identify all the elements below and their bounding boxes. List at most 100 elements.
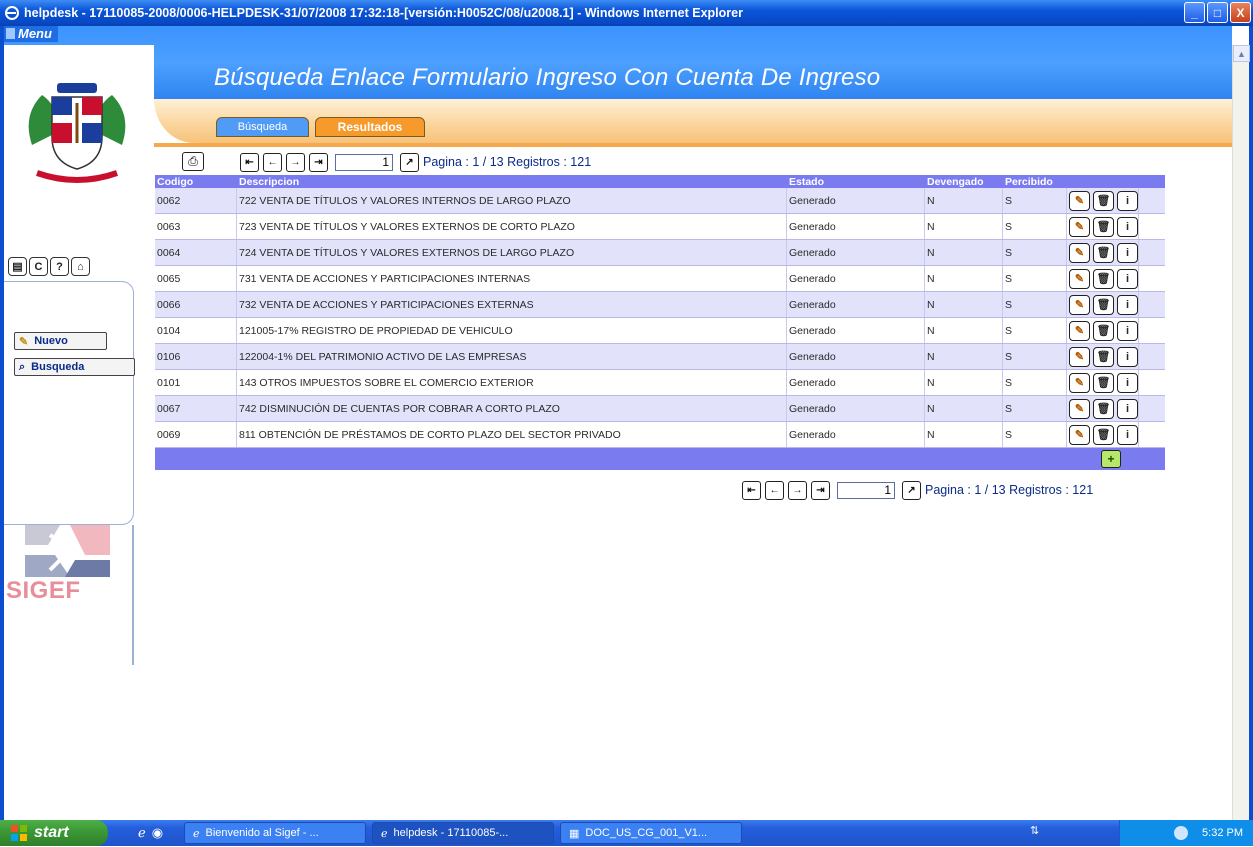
delete-icon[interactable]: 🗑: [1093, 268, 1114, 289]
browser-quicklaunch-icon[interactable]: ◉: [152, 825, 163, 841]
start-button[interactable]: start: [0, 820, 108, 846]
cell-estado: Generado: [787, 266, 925, 291]
delete-icon[interactable]: 🗑: [1093, 398, 1114, 419]
print-icon[interactable]: ⎙: [182, 152, 204, 171]
info-icon[interactable]: i: [1117, 398, 1138, 419]
document-icon[interactable]: ▤: [8, 257, 27, 276]
cell-percibido: S: [1003, 240, 1067, 265]
table-row: 0062 722 VENTA DE TÍTULOS Y VALORES INTER…: [155, 188, 1165, 214]
nuevo-button[interactable]: ✎ Nuevo: [14, 332, 107, 350]
cell-descripcion: 811 OBTENCIÓN DE PRÉSTAMOS DE CORTO PLAZ…: [237, 422, 787, 447]
cell-descripcion: 722 VENTA DE TÍTULOS Y VALORES INTERNOS …: [237, 188, 787, 213]
taskbar-item[interactable]: ℯ Bienvenido al Sigef - ...: [184, 822, 366, 844]
info-icon[interactable]: i: [1117, 424, 1138, 445]
nav-box: [4, 281, 134, 525]
go-page-icon[interactable]: ↗: [902, 480, 921, 500]
cell-descripcion: 122004-1% DEL PATRIMONIO ACTIVO DE LAS E…: [237, 344, 787, 369]
ie-icon: [4, 5, 20, 21]
coat-of-arms-icon: [28, 83, 126, 183]
home-icon[interactable]: ⌂: [71, 257, 90, 276]
previous-page-icon[interactable]: ←: [263, 152, 282, 172]
cell-codigo: 0067: [155, 396, 237, 421]
tab-resultados[interactable]: Resultados: [315, 117, 425, 137]
cell-estado: Generado: [787, 344, 925, 369]
edit-icon[interactable]: ✎: [1069, 190, 1090, 211]
delete-icon[interactable]: 🗑: [1093, 190, 1114, 211]
info-icon[interactable]: i: [1117, 294, 1138, 315]
edit-icon[interactable]: ✎: [1069, 268, 1090, 289]
busqueda-button[interactable]: ⌕ Busqueda: [14, 358, 135, 376]
maximize-button[interactable]: □: [1207, 2, 1228, 23]
tab-busqueda[interactable]: Búsqueda: [216, 117, 309, 137]
taskbar-item[interactable]: ℯ helpdesk - 17110085-...: [372, 822, 554, 844]
next-page-icon[interactable]: →: [286, 152, 305, 172]
edit-icon[interactable]: ✎: [1069, 242, 1090, 263]
cell-descripcion: 742 DISMINUCIÓN DE CUENTAS POR COBRAR A …: [237, 396, 787, 421]
edit-icon[interactable]: ✎: [1069, 294, 1090, 315]
cell-devengado: N: [925, 318, 1003, 343]
pencil-icon: ✎: [19, 335, 29, 348]
system-tray: 5:32 PM: [1119, 820, 1253, 846]
close-button[interactable]: X: [1230, 2, 1251, 23]
tray-arrow-icon[interactable]: [1174, 826, 1189, 840]
table-row: 0063 723 VENTA DE TÍTULOS Y VALORES EXTER…: [155, 214, 1165, 240]
info-icon[interactable]: i: [1117, 268, 1138, 289]
search-icon: ⌕: [19, 360, 26, 373]
delete-icon[interactable]: 🗑: [1093, 216, 1114, 237]
cell-percibido: S: [1003, 344, 1067, 369]
cell-codigo: 0062: [155, 188, 237, 213]
row-actions: ✎ 🗑 i: [1067, 318, 1139, 343]
table-row: 0065 731 VENTA DE ACCIONES Y PARTICIPACIO…: [155, 266, 1165, 292]
copyright-icon[interactable]: C: [29, 257, 48, 276]
edit-icon[interactable]: ✎: [1069, 216, 1090, 237]
cell-codigo: 0069: [155, 422, 237, 447]
edit-icon[interactable]: ✎: [1069, 346, 1090, 367]
cell-codigo: 0104: [155, 318, 237, 343]
cell-estado: Generado: [787, 318, 925, 343]
word-doc-icon: ▦: [569, 827, 580, 840]
last-page-icon[interactable]: ⇥: [309, 152, 328, 172]
pager-status: Pagina : 1 / 13 Registros : 121: [925, 483, 1094, 497]
cell-estado: Generado: [787, 188, 925, 213]
edit-icon[interactable]: ✎: [1069, 424, 1090, 445]
go-page-icon[interactable]: ↗: [400, 152, 419, 172]
network-icon[interactable]: ⇅: [1030, 824, 1039, 837]
cell-codigo: 0106: [155, 344, 237, 369]
info-icon[interactable]: i: [1117, 242, 1138, 263]
edit-icon[interactable]: ✎: [1069, 372, 1090, 393]
info-icon[interactable]: i: [1117, 216, 1138, 237]
clock: 5:32 PM: [1202, 827, 1243, 839]
table-row: 0101 143 OTROS IMPUESTOS SOBRE EL COMERCI…: [155, 370, 1165, 396]
taskbar-item[interactable]: ▦ DOC_US_CG_001_V1...: [560, 822, 742, 844]
cell-estado: Generado: [787, 214, 925, 239]
info-icon[interactable]: i: [1117, 346, 1138, 367]
last-page-icon[interactable]: ⇥: [811, 480, 830, 500]
info-icon[interactable]: i: [1117, 190, 1138, 211]
info-icon[interactable]: i: [1117, 320, 1138, 341]
minimize-button[interactable]: _: [1184, 2, 1205, 23]
first-page-icon[interactable]: ⇤: [742, 480, 761, 500]
delete-icon[interactable]: 🗑: [1093, 346, 1114, 367]
scroll-up-icon[interactable]: ▲: [1233, 45, 1250, 62]
delete-icon[interactable]: 🗑: [1093, 294, 1114, 315]
previous-page-icon[interactable]: ←: [765, 480, 784, 500]
delete-icon[interactable]: 🗑: [1093, 320, 1114, 341]
info-icon[interactable]: i: [1117, 372, 1138, 393]
column-header: Percibido: [1005, 175, 1053, 188]
help-icon[interactable]: ?: [50, 257, 69, 276]
vertical-scrollbar[interactable]: ▲: [1232, 45, 1250, 820]
delete-icon[interactable]: 🗑: [1093, 424, 1114, 445]
menu-button[interactable]: Menu: [4, 26, 58, 42]
cell-percibido: S: [1003, 214, 1067, 239]
delete-icon[interactable]: 🗑: [1093, 242, 1114, 263]
page-number-input[interactable]: [837, 481, 895, 499]
page-number-input[interactable]: [335, 153, 393, 171]
edit-icon[interactable]: ✎: [1069, 320, 1090, 341]
edit-icon[interactable]: ✎: [1069, 398, 1090, 419]
next-page-icon[interactable]: →: [788, 480, 807, 500]
ie-quicklaunch-icon[interactable]: ℯ: [138, 825, 146, 841]
delete-icon[interactable]: 🗑: [1093, 372, 1114, 393]
first-page-icon[interactable]: ⇤: [240, 152, 259, 172]
table-row: 0064 724 VENTA DE TÍTULOS Y VALORES EXTER…: [155, 240, 1165, 266]
add-row-icon[interactable]: +: [1101, 450, 1121, 468]
